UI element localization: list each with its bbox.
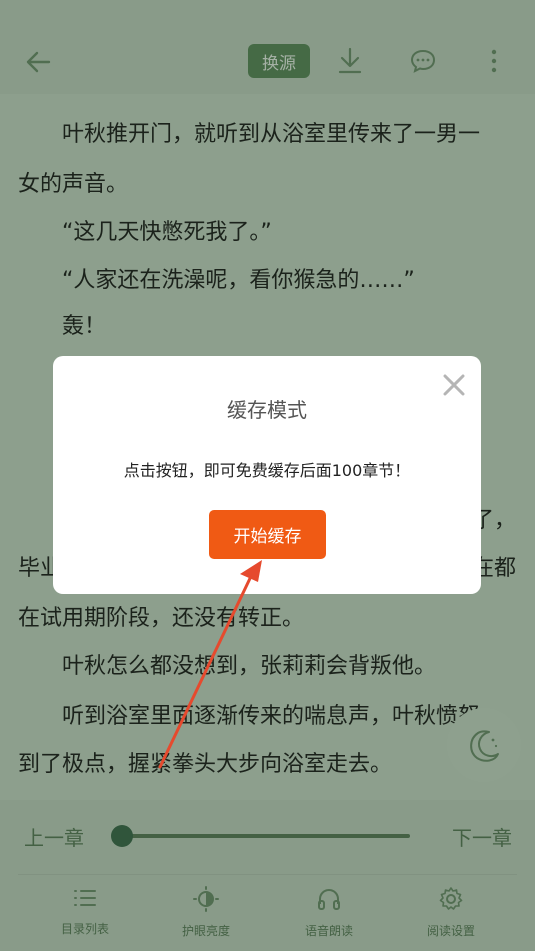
dialog-title: 缓存模式	[227, 398, 307, 422]
cache-mode-dialog: 缓存模式 点击按钮，即可免费缓存后面100章节！ 开始缓存	[53, 356, 481, 594]
dialog-message: 点击按钮，即可免费缓存后面100章节！	[123, 461, 411, 480]
start-cache-button[interactable]: 开始缓存	[209, 510, 326, 559]
